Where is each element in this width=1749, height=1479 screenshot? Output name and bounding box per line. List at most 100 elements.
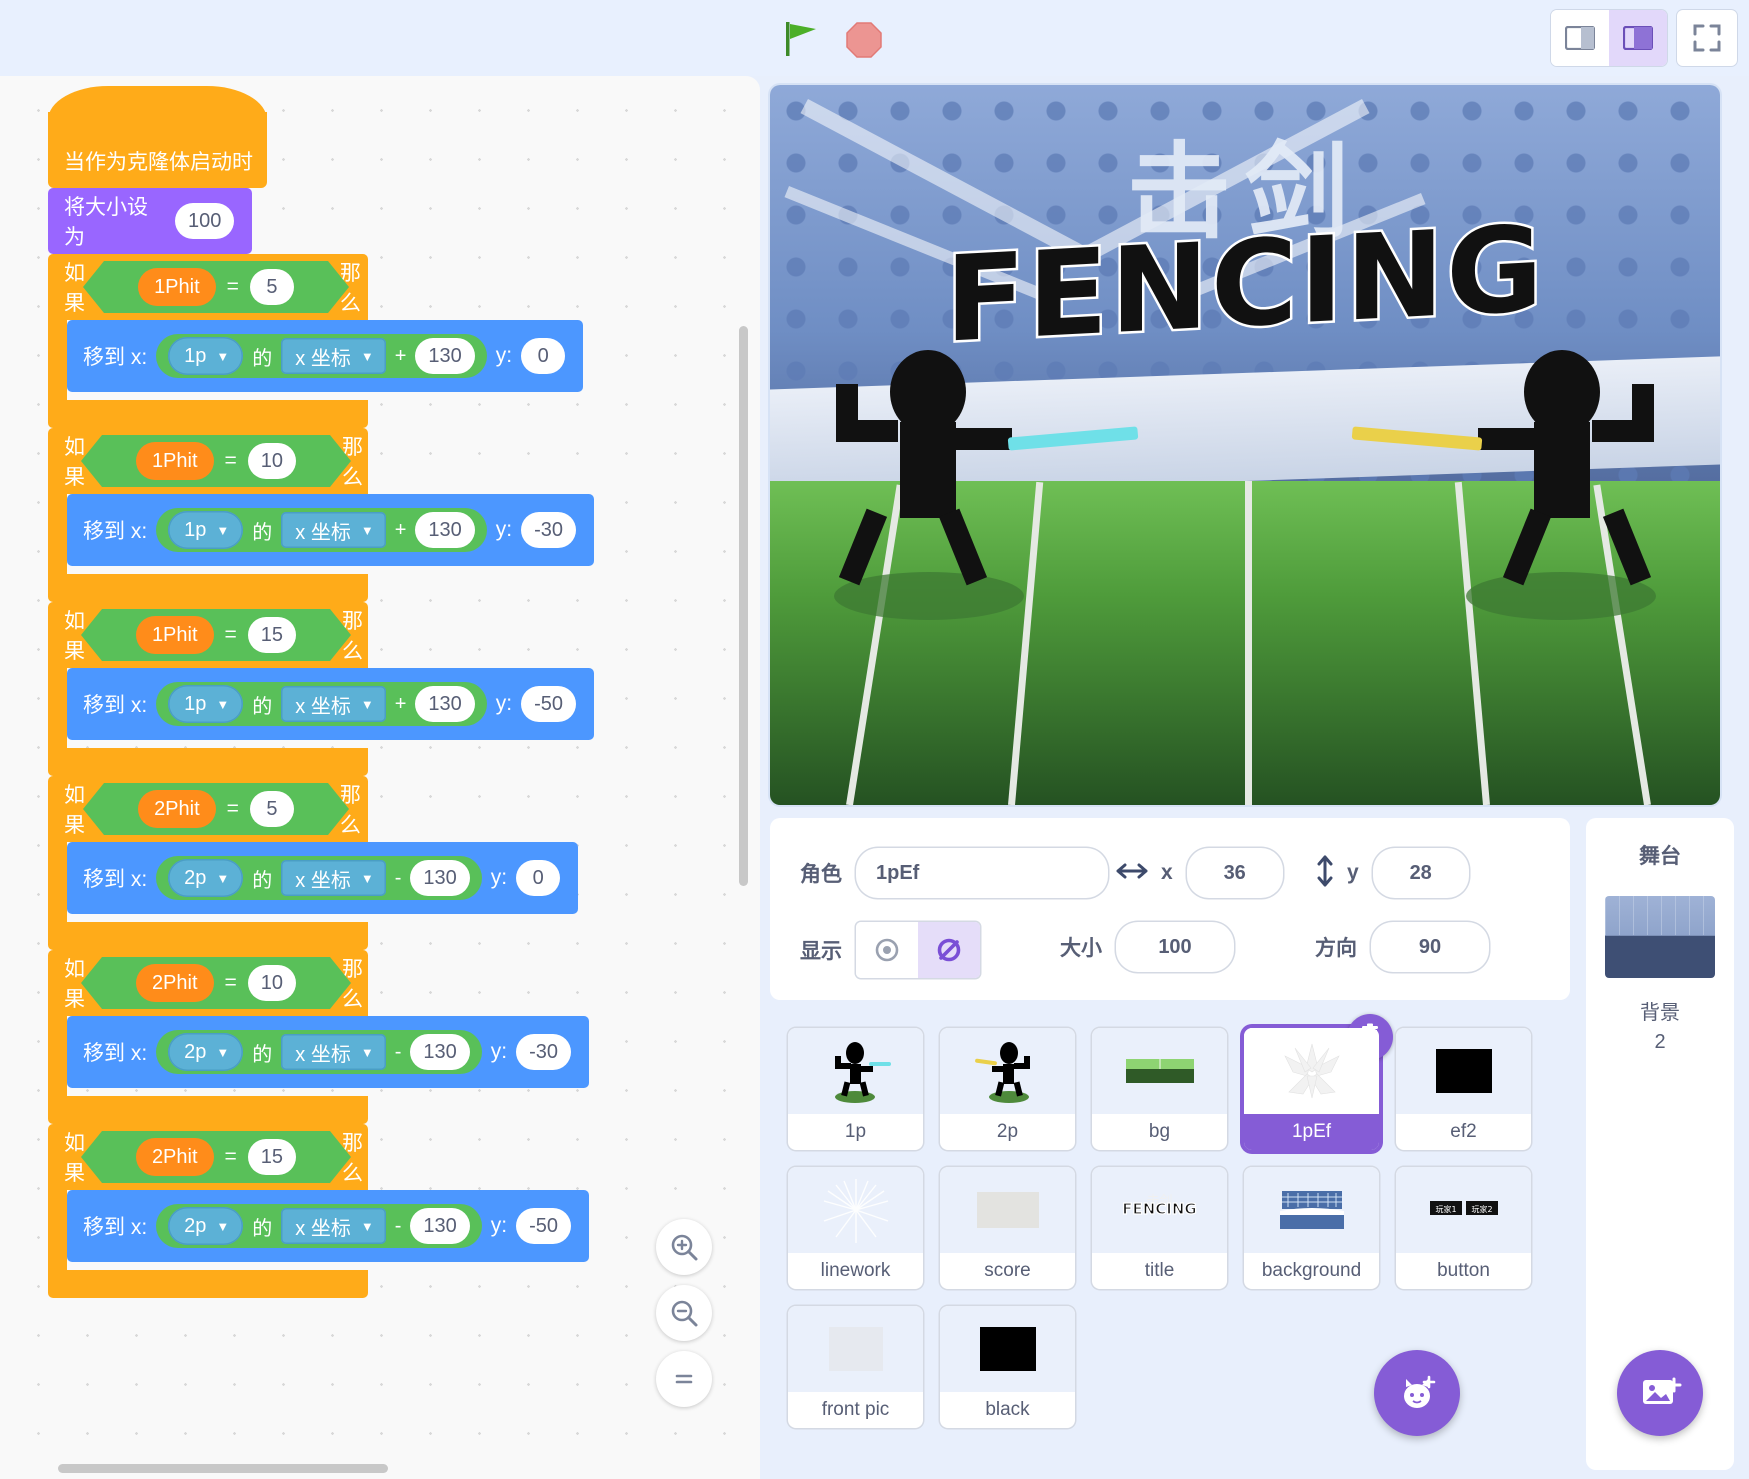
sprite-tile-black[interactable]: black bbox=[940, 1306, 1075, 1428]
offset-input[interactable]: 130 bbox=[415, 686, 475, 722]
size-input[interactable]: 100 bbox=[175, 203, 234, 239]
compare-value[interactable]: 5 bbox=[249, 791, 294, 827]
show-sprite-button[interactable] bbox=[856, 922, 918, 978]
equals-operator[interactable]: 1Phit = 15 bbox=[80, 609, 352, 661]
sprite-direction-row: 方向 90 bbox=[1315, 922, 1489, 972]
property-dropdown[interactable]: x 坐标 ▼ bbox=[281, 512, 386, 548]
sprite-name-input[interactable]: 1pEf bbox=[856, 848, 1108, 898]
y-input[interactable]: 28 bbox=[1372, 848, 1469, 898]
sprite-tile-front-pic[interactable]: front pic bbox=[788, 1306, 923, 1428]
variable-1phit[interactable]: 1Phit bbox=[135, 442, 214, 480]
goto-label: 移到 x: bbox=[83, 868, 148, 891]
block-set-size[interactable]: 将大小设为 100 bbox=[48, 188, 252, 263]
block-goto-xy[interactable]: 移到 x: 1p ▼ 的 x 坐标 ▼ + bbox=[67, 320, 584, 392]
small-stage-button[interactable] bbox=[1551, 10, 1609, 66]
sprite-dropdown[interactable]: 2p ▼ bbox=[168, 859, 244, 897]
variable-2phit[interactable]: 2Phit bbox=[135, 1138, 214, 1176]
sprite-dropdown[interactable]: 2p ▼ bbox=[168, 1207, 244, 1245]
offset-input[interactable]: 130 bbox=[410, 1034, 470, 1070]
sprite-dropdown[interactable]: 1p ▼ bbox=[168, 511, 244, 549]
offset-input[interactable]: 130 bbox=[410, 1208, 470, 1244]
sprite-tile-2p[interactable]: 2p bbox=[940, 1028, 1075, 1150]
workspace-horizontal-scrollbar[interactable] bbox=[58, 1464, 388, 1473]
add-operator[interactable]: 1p ▼ 的 x 坐标 ▼ + 130 bbox=[156, 334, 487, 378]
sprite-tile-1p[interactable]: 1p bbox=[788, 1028, 923, 1150]
code-workspace[interactable]: 当作为克隆体启动时 将大小设为 100 如果 1Phit = 5 那么 移到 x… bbox=[0, 76, 760, 1479]
stage-preview[interactable]: 击剑 FENCING bbox=[770, 85, 1720, 805]
x-input[interactable]: 36 bbox=[1186, 848, 1283, 898]
compare-value[interactable]: 10 bbox=[247, 443, 297, 479]
equals-operator[interactable]: 2Phit = 5 bbox=[83, 783, 349, 835]
y-input[interactable]: 0 bbox=[521, 338, 566, 374]
equals-operator[interactable]: 1Phit = 5 bbox=[83, 261, 349, 313]
sprite-tile-title[interactable]: 击剑 FENCING title bbox=[1092, 1167, 1227, 1289]
offset-input[interactable]: 130 bbox=[415, 338, 475, 374]
sprite-dropdown[interactable]: 1p ▼ bbox=[168, 337, 244, 375]
direction-input[interactable]: 90 bbox=[1371, 922, 1489, 972]
block-if-1phit-5[interactable]: 如果 1Phit = 5 那么 移到 x: 1p ▼ 的 x 坐标 ▼ + 13… bbox=[48, 254, 594, 428]
block-if-2phit-5[interactable]: 如果 2Phit = 5 那么 移到 x: 2p ▼ 的 x 坐标 ▼ - 13… bbox=[48, 776, 594, 950]
workspace-vertical-scrollbar[interactable] bbox=[739, 326, 748, 886]
block-if-1phit-15[interactable]: 如果 1Phit = 15 那么 移到 x: 1p ▼ 的 x 坐标 ▼ + 1… bbox=[48, 602, 595, 776]
property-dropdown[interactable]: x 坐标 ▼ bbox=[281, 1208, 386, 1244]
equals-operator[interactable]: 2Phit = 10 bbox=[80, 957, 352, 1009]
green-flag-icon[interactable] bbox=[782, 20, 822, 58]
y-input[interactable]: -30 bbox=[516, 1034, 572, 1070]
sprite-tile-ef2[interactable]: ef2 bbox=[1396, 1028, 1531, 1150]
block-goto-xy[interactable]: 移到 x: 1p ▼ 的 x 坐标 ▼ + bbox=[67, 668, 595, 740]
sprite-tile-1pef[interactable]: 1pEf bbox=[1244, 1014, 1393, 1150]
block-goto-xy[interactable]: 移到 x: 1p ▼ 的 x 坐标 ▼ + bbox=[67, 494, 595, 566]
subtract-operator[interactable]: 2p ▼ 的 x 坐标 ▼ - 130 bbox=[156, 1204, 482, 1248]
sprite-thumbnail bbox=[1244, 1167, 1379, 1253]
equals-operator[interactable]: 2Phit = 15 bbox=[80, 1131, 352, 1183]
hide-sprite-button[interactable] bbox=[918, 922, 980, 978]
y-input[interactable]: -50 bbox=[516, 1208, 572, 1244]
block-goto-xy[interactable]: 移到 x: 2p ▼ 的 x 坐标 ▼ - bbox=[67, 842, 579, 914]
property-dropdown[interactable]: x 坐标 ▼ bbox=[281, 686, 386, 722]
size-input[interactable]: 100 bbox=[1116, 922, 1234, 972]
equals-operator[interactable]: 1Phit = 10 bbox=[80, 435, 352, 487]
stop-icon[interactable] bbox=[845, 21, 883, 59]
block-when-clone-start[interactable]: 当作为克隆体启动时 bbox=[48, 86, 267, 188]
zoom-in-icon[interactable] bbox=[656, 1219, 712, 1275]
subtract-operator[interactable]: 2p ▼ 的 x 坐标 ▼ - 130 bbox=[156, 1030, 482, 1074]
y-input[interactable]: -50 bbox=[521, 686, 577, 722]
property-dropdown[interactable]: x 坐标 ▼ bbox=[281, 338, 386, 374]
offset-input[interactable]: 130 bbox=[415, 512, 475, 548]
compare-value[interactable]: 15 bbox=[247, 1139, 297, 1175]
compare-value[interactable]: 15 bbox=[247, 617, 297, 653]
fullscreen-button[interactable] bbox=[1677, 10, 1737, 66]
block-if-2phit-10[interactable]: 如果 2Phit = 10 那么 移到 x: 2p ▼ 的 x 坐标 ▼ - 1… bbox=[48, 950, 594, 1124]
zoom-reset-icon[interactable] bbox=[656, 1351, 712, 1407]
subtract-operator[interactable]: 2p ▼ 的 x 坐标 ▼ - 130 bbox=[156, 856, 482, 900]
sprite-tile-score[interactable]: score bbox=[940, 1167, 1075, 1289]
sprite-tile-background[interactable]: background bbox=[1244, 1167, 1379, 1289]
stage-backdrop-thumbnail[interactable] bbox=[1605, 896, 1715, 978]
add-operator[interactable]: 1p ▼ 的 x 坐标 ▼ + 130 bbox=[156, 682, 487, 726]
property-dropdown[interactable]: x 坐标 ▼ bbox=[281, 1034, 386, 1070]
y-input[interactable]: 0 bbox=[516, 860, 561, 896]
variable-2phit[interactable]: 2Phit bbox=[135, 964, 214, 1002]
variable-1phit[interactable]: 1Phit bbox=[135, 616, 214, 654]
block-goto-xy[interactable]: 移到 x: 2p ▼ 的 x 坐标 ▼ - bbox=[67, 1190, 590, 1262]
sprite-tile-button[interactable]: 玩家1 玩家2 button bbox=[1396, 1167, 1531, 1289]
zoom-out-icon[interactable] bbox=[656, 1285, 712, 1341]
offset-input[interactable]: 130 bbox=[410, 860, 470, 896]
large-stage-button[interactable] bbox=[1609, 10, 1667, 66]
sprite-tile-bg[interactable]: bg bbox=[1092, 1028, 1227, 1150]
variable-2phit[interactable]: 2Phit bbox=[138, 790, 216, 828]
block-goto-xy[interactable]: 移到 x: 2p ▼ 的 x 坐标 ▼ - bbox=[67, 1016, 590, 1088]
sprite-tile-linework[interactable]: linework bbox=[788, 1167, 923, 1289]
y-input[interactable]: -30 bbox=[521, 512, 577, 548]
property-dropdown[interactable]: x 坐标 ▼ bbox=[281, 860, 386, 896]
block-if-1phit-10[interactable]: 如果 1Phit = 10 那么 移到 x: 1p ▼ 的 x 坐标 ▼ + 1… bbox=[48, 428, 595, 602]
add-operator[interactable]: 1p ▼ 的 x 坐标 ▼ + 130 bbox=[156, 508, 487, 552]
add-backdrop-button[interactable] bbox=[1617, 1350, 1703, 1436]
block-if-2phit-15[interactable]: 如果 2Phit = 15 那么 移到 x: 2p ▼ 的 x 坐标 ▼ - 1… bbox=[48, 1124, 594, 1298]
add-sprite-button[interactable] bbox=[1374, 1350, 1460, 1436]
sprite-dropdown[interactable]: 1p ▼ bbox=[168, 685, 244, 723]
variable-1phit[interactable]: 1Phit bbox=[138, 268, 216, 306]
compare-value[interactable]: 5 bbox=[249, 269, 294, 305]
sprite-dropdown[interactable]: 2p ▼ bbox=[168, 1033, 244, 1071]
compare-value[interactable]: 10 bbox=[247, 965, 297, 1001]
